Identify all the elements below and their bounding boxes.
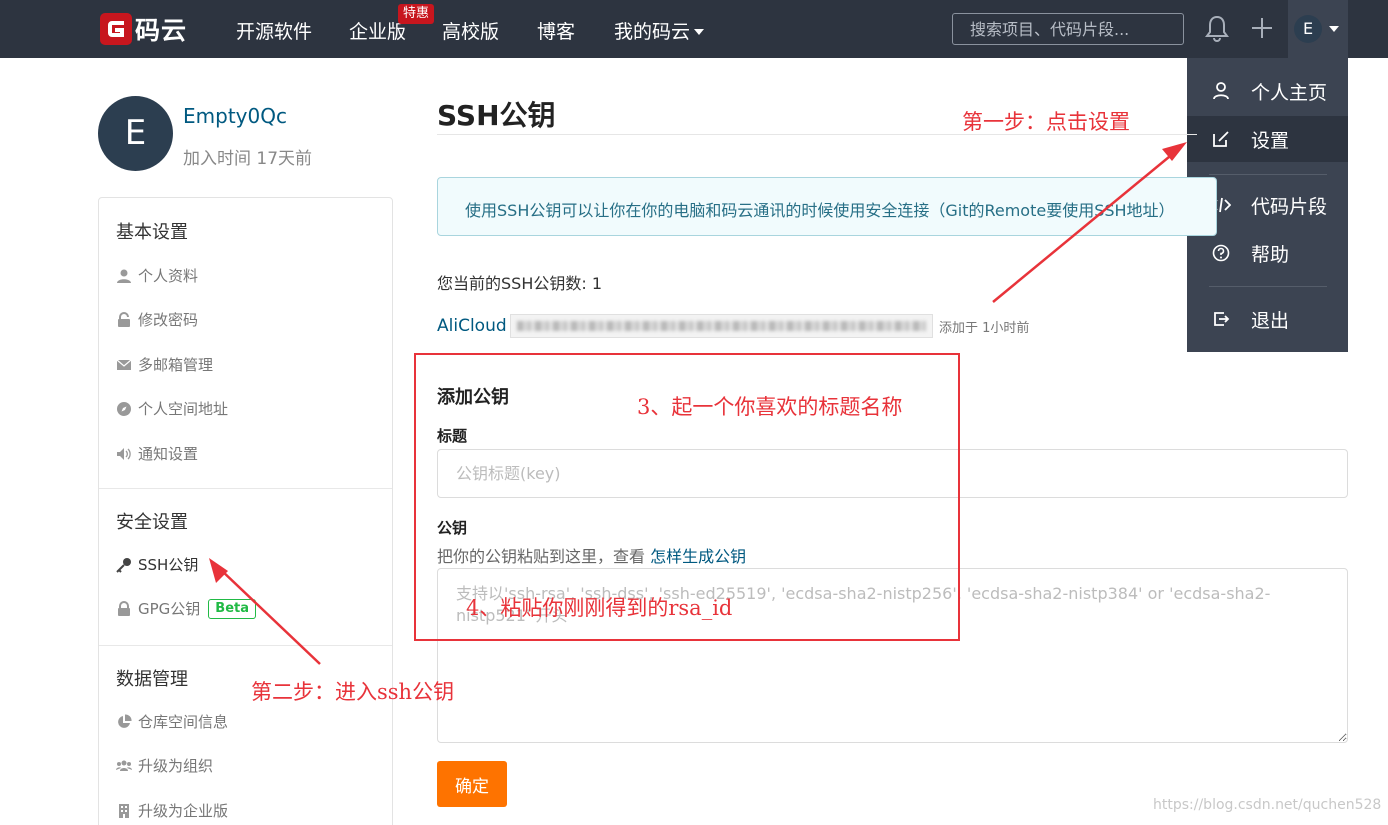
dropdown-divider (1209, 174, 1327, 175)
dropdown-item-logout[interactable]: 退出 (1187, 296, 1348, 342)
dropdown-item-label: 设置 (1251, 129, 1290, 152)
dropdown-item-settings[interactable]: 设置 (1187, 116, 1348, 162)
fingerprint-blur (517, 321, 926, 331)
avatar[interactable]: E (1294, 15, 1322, 43)
key-icon (116, 557, 131, 573)
sidebar-item-label: 升级为企业版 (138, 802, 229, 820)
building-icon (119, 803, 129, 818)
annotation-step4: 4、粘贴你刚刚得到的rsa_id (466, 596, 733, 620)
sidebar-section-title: 数据管理 (116, 669, 188, 690)
volume-icon (117, 447, 131, 460)
nav-my-gitee-label: 我的码云 (614, 21, 691, 43)
annotation-step3: 3、起一个你喜欢的标题名称 (637, 395, 903, 419)
sidebar-item-ssh-keys[interactable]: SSH公钥 (116, 554, 198, 575)
submit-button[interactable]: 确定 (437, 761, 507, 807)
bell-icon[interactable] (1204, 14, 1230, 42)
sidebar-item-upgrade-enterprise[interactable]: 升级为企业版 (116, 800, 228, 821)
ssh-key-name[interactable]: AliCloud (437, 316, 507, 336)
pie-chart-icon (118, 713, 132, 728)
sidebar-item-password[interactable]: 修改密码 (116, 309, 198, 330)
logo-g-icon (100, 13, 132, 45)
info-message: 使用SSH公钥可以让你在你的电脑和码云通讯的时候使用安全连接（Git的Remot… (437, 177, 1217, 236)
unlock-icon (118, 311, 130, 327)
sidebar-item-gpg-keys[interactable]: GPG公钥 Beta (116, 598, 257, 619)
sidebar-item-label: 个人空间地址 (138, 400, 229, 418)
dropdown-item-label: 代码片段 (1251, 195, 1328, 218)
sidebar-item-label: 通知设置 (138, 445, 199, 463)
sidebar-item-repo-space[interactable]: 仓库空间信息 (116, 711, 228, 732)
logout-icon (1214, 312, 1230, 326)
sidebar-item-label: 多邮箱管理 (138, 356, 214, 374)
sidebar-item-label: 升级为组织 (138, 757, 214, 775)
compass-icon (117, 401, 131, 416)
help-icon (1212, 244, 1230, 262)
dropdown-divider (1209, 286, 1327, 287)
user-icon (117, 269, 131, 283)
ssh-key-count: 您当前的SSH公钥数: 1 (437, 274, 603, 293)
lock-icon (118, 600, 130, 616)
nav-blog[interactable]: 博客 (537, 17, 575, 44)
annotation-step2: 第二步：进入ssh公钥 (251, 680, 455, 704)
sidebar-item-label: SSH公钥 (138, 556, 199, 574)
logo[interactable]: 码云 (100, 13, 187, 45)
logo-text: 码云 (135, 16, 188, 45)
profile-avatar[interactable]: E (98, 96, 173, 171)
sidebar-divider (99, 645, 392, 646)
sidebar-item-label: 修改密码 (138, 311, 199, 329)
dropdown-item-label: 个人主页 (1251, 81, 1328, 104)
plus-icon[interactable] (1249, 14, 1275, 42)
user-icon (1213, 82, 1229, 100)
watermark: https://blog.csdn.net/quchen528 (1153, 797, 1382, 813)
sidebar-item-upgrade-org[interactable]: 升级为组织 (116, 755, 213, 776)
nav-opensource[interactable]: 开源软件 (236, 17, 312, 44)
chevron-down-icon (694, 29, 705, 35)
mail-icon (116, 359, 132, 370)
sidebar-section-title: 基本设置 (116, 222, 188, 243)
profile-username[interactable]: Empty0Qc (183, 104, 287, 128)
sidebar-item-label: 仓库空间信息 (138, 713, 229, 731)
ssh-key-added-time: 添加于 1小时前 (939, 321, 1030, 336)
sidebar-section-title: 安全设置 (116, 512, 188, 533)
edit-icon (1213, 131, 1229, 147)
sidebar-item-label: GPG公钥 (138, 600, 201, 618)
sidebar-item-emails[interactable]: 多邮箱管理 (116, 354, 213, 375)
dropdown-item-profile[interactable]: 个人主页 (1187, 68, 1348, 114)
sidebar-item-space-address[interactable]: 个人空间地址 (116, 398, 228, 419)
annotation-step1: 第一步：点击设置 (962, 110, 1130, 134)
nav-my-gitee[interactable]: 我的码云 (614, 17, 705, 44)
sidebar-item-label: 个人资料 (138, 267, 199, 285)
beta-badge: Beta (208, 598, 257, 619)
nav-campus[interactable]: 高校版 (442, 17, 499, 44)
sidebar-divider (99, 488, 392, 489)
hot-badge: 特惠 (398, 4, 435, 24)
profile-join-time: 加入时间 17天前 (183, 149, 313, 169)
dropdown-item-help[interactable]: 帮助 (1187, 230, 1348, 276)
chevron-down-icon (1329, 26, 1339, 32)
dropdown-item-label: 帮助 (1251, 243, 1290, 266)
search-input[interactable] (952, 13, 1184, 45)
sidebar-item-profile[interactable]: 个人资料 (116, 265, 198, 286)
ssh-key-fingerprint (510, 314, 933, 338)
dropdown-item-label: 退出 (1251, 309, 1290, 332)
page-title: SSH公钥 (437, 99, 556, 132)
settings-sidebar: 基本设置 个人资料 修改密码 多邮箱管理 个人空间地址 通知设置 安全设置 SS… (98, 197, 393, 825)
users-icon (116, 760, 132, 771)
sidebar-item-notifications[interactable]: 通知设置 (116, 443, 198, 464)
